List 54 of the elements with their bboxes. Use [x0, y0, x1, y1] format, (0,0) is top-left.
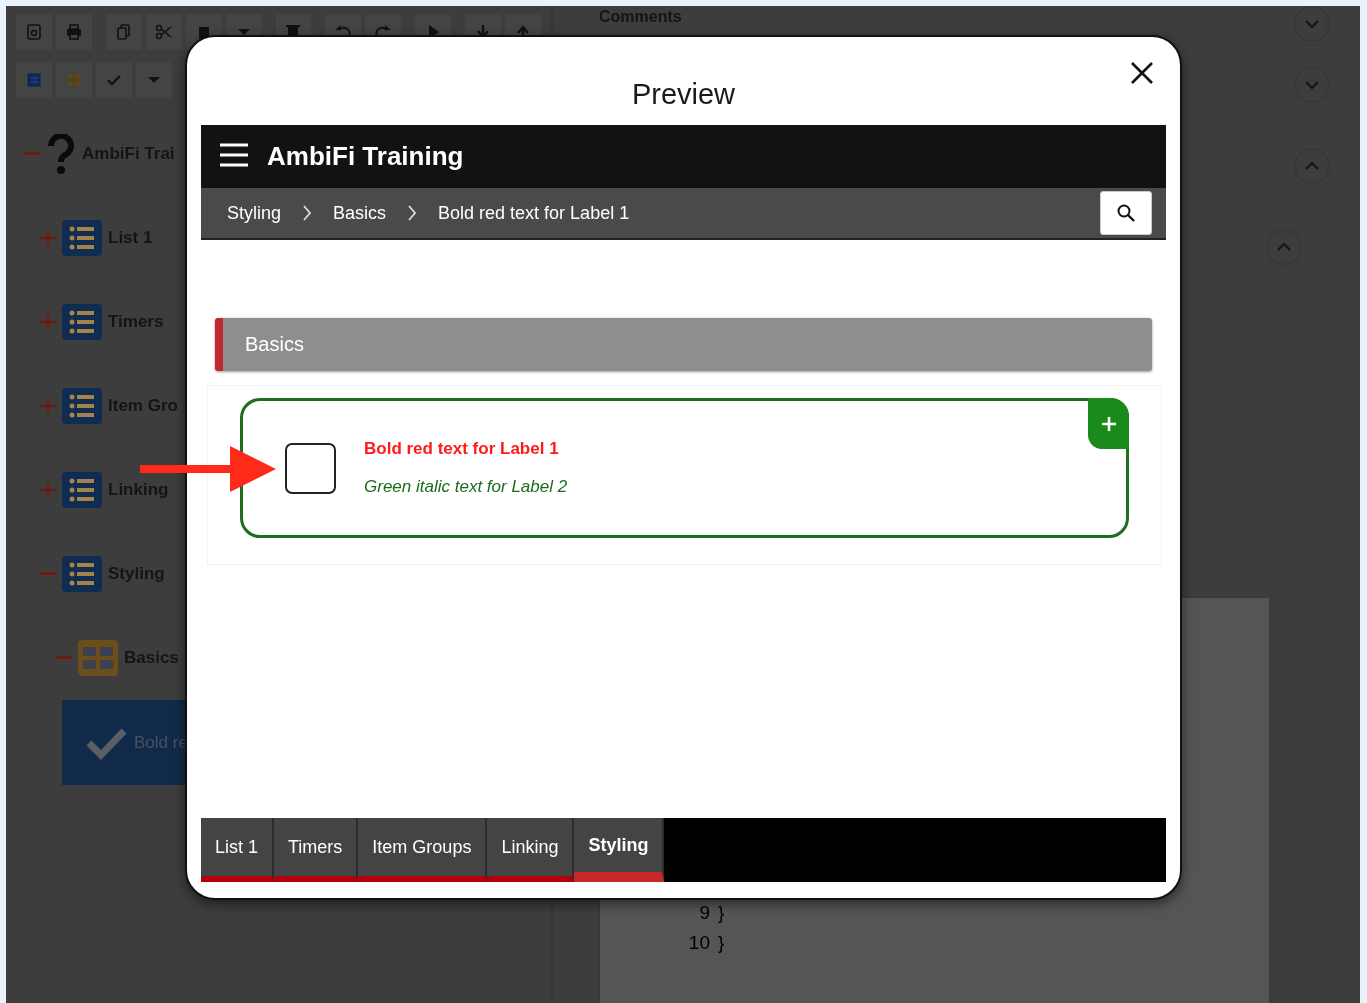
expand-icon[interactable] [40, 230, 56, 246]
breadcrumb-item[interactable]: Styling [227, 202, 282, 224]
menu-icon [219, 142, 249, 168]
tab[interactable]: Timers [274, 818, 359, 882]
chevron-right-icon [301, 204, 314, 222]
list-icon [62, 472, 102, 508]
save-button[interactable] [16, 14, 52, 50]
expand-button[interactable] [1294, 67, 1330, 103]
search-button[interactable] [1100, 191, 1152, 235]
chevron-up-icon [1304, 161, 1320, 171]
list-icon [62, 304, 102, 340]
line-number: 9 [698, 902, 711, 924]
expand-button[interactable] [1294, 6, 1330, 42]
expand-icon[interactable] [40, 482, 56, 498]
chevron-down-icon [1304, 19, 1320, 29]
breadcrumb-item[interactable]: Bold red text for Label 1 [438, 202, 630, 224]
item-label: Green italic text for Label 2 [364, 477, 568, 497]
question-icon [46, 134, 76, 174]
item-label: Bold red text for Label 1 [364, 439, 560, 459]
chevron-down-icon [1304, 80, 1320, 90]
list-icon [24, 70, 44, 90]
list-button[interactable] [16, 62, 52, 98]
app-title: AmbiFi Training [267, 141, 464, 172]
dialog-title: Preview [631, 78, 736, 111]
line-number: 10 [687, 932, 711, 954]
collapse-button[interactable] [1294, 148, 1330, 184]
grid-icon [78, 640, 118, 676]
code-text: } [718, 902, 725, 924]
expand-icon[interactable] [40, 398, 56, 414]
close-icon [1130, 61, 1154, 85]
list-icon [62, 220, 102, 256]
chevron-right-icon [406, 204, 419, 222]
copy-button[interactable] [105, 14, 142, 50]
expand-icon[interactable] [40, 314, 56, 330]
collapse-button[interactable] [1266, 229, 1302, 265]
check-button[interactable] [96, 62, 132, 98]
tab[interactable]: Item Groups [358, 818, 488, 882]
tab[interactable]: List 1 [201, 818, 275, 882]
checkbox[interactable] [285, 442, 336, 494]
chevron-up-icon [1276, 242, 1292, 252]
caret-icon [148, 77, 160, 83]
plus-icon [1099, 414, 1118, 433]
add-button[interactable] [1088, 398, 1129, 449]
list-icon [62, 556, 102, 592]
print-button[interactable] [55, 14, 92, 50]
code-text: } [718, 932, 725, 954]
list-icon [62, 388, 102, 424]
breadcrumb-item[interactable]: Basics [333, 202, 387, 224]
section-header: Basics [215, 318, 1152, 371]
tab[interactable]: Linking [487, 818, 575, 882]
grid-button[interactable] [56, 62, 92, 98]
search-icon [1116, 203, 1136, 223]
scissors-icon [153, 22, 174, 42]
tab[interactable]: Styling [574, 818, 665, 882]
